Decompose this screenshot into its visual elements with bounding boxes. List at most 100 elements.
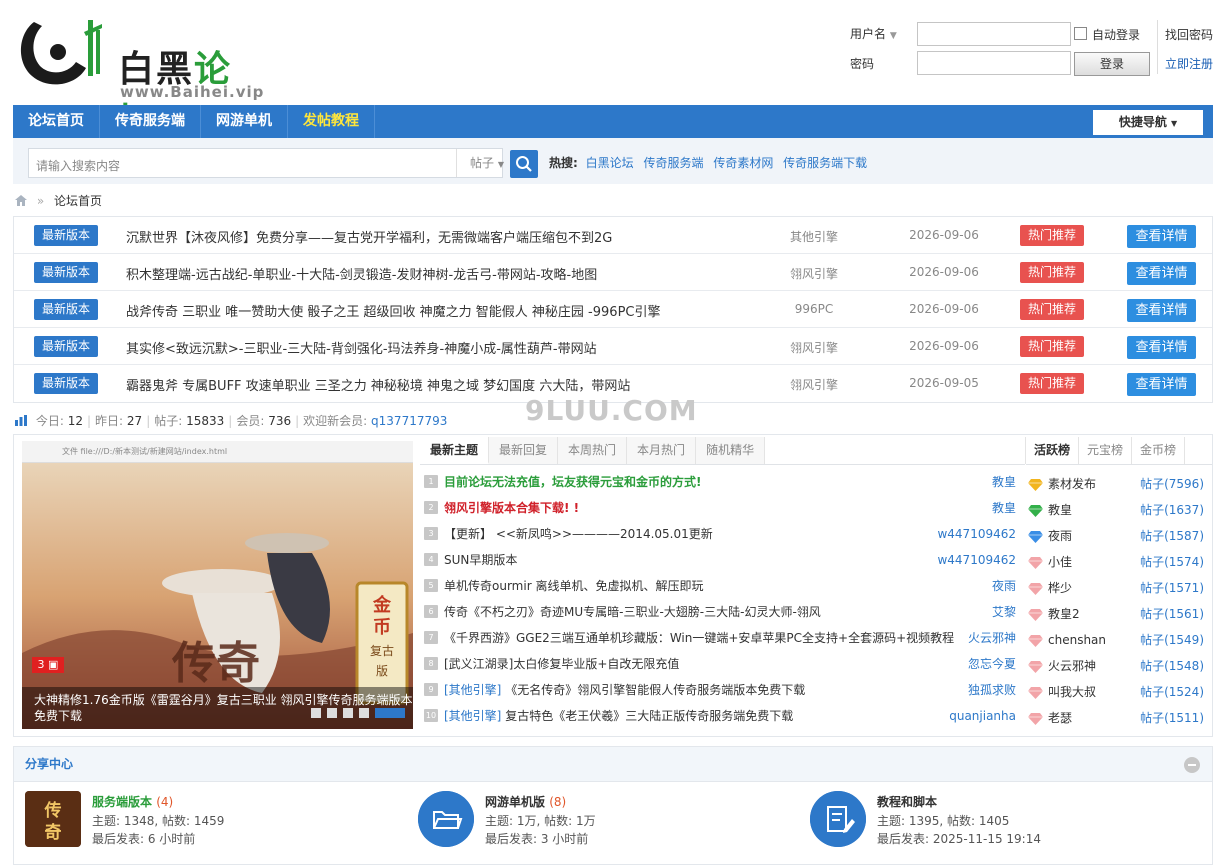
hot-search-link[interactable]: 传奇素材网: [713, 156, 773, 170]
auto-login-checkbox[interactable]: [1074, 27, 1087, 40]
view-details-button[interactable]: 查看详情: [1127, 373, 1196, 396]
slider-dot[interactable]: [327, 708, 337, 718]
section-single-games[interactable]: 网游单机版 (8) 主题: 1万, 帖数: 1万 最后发表: 3 小时前: [418, 791, 718, 849]
rank-user[interactable]: 夜雨: [1048, 523, 1072, 549]
slider-dot-active[interactable]: [375, 708, 405, 718]
version-tag[interactable]: 最新版本: [34, 262, 98, 283]
section-name[interactable]: 教程和脚本: [877, 793, 937, 810]
topic-title[interactable]: 传奇《不朽之刃》奇迹MU专属暗-三职业-大翅膀-三大陆-幻灵大师-翎风: [444, 599, 821, 625]
rank-user[interactable]: 小佳: [1048, 549, 1072, 575]
version-tag[interactable]: 最新版本: [34, 373, 98, 394]
view-details-button[interactable]: 查看详情: [1127, 262, 1196, 285]
search-input[interactable]: 请输入搜索内容 帖子 ▼: [28, 148, 504, 178]
rank-post-count[interactable]: 帖子(1549): [1140, 627, 1204, 653]
image-slider[interactable]: 文件 file:///D:/新本测试/新建网站/index.html 金 币 复…: [22, 441, 413, 729]
username-label[interactable]: 用户名 ▼: [850, 25, 897, 42]
rank-user[interactable]: 桦少: [1048, 575, 1072, 601]
nav-item-home[interactable]: 论坛首页: [13, 105, 100, 138]
rank-post-count[interactable]: 帖子(1511): [1140, 705, 1204, 731]
rank-user[interactable]: 素材发布: [1048, 471, 1096, 497]
rank-post-count[interactable]: 帖子(1574): [1140, 549, 1204, 575]
topic-title[interactable]: [其他引擎] 《无名传奇》翎风引擎智能假人传奇服务端版本免费下载: [444, 677, 805, 703]
tab-latest-topics[interactable]: 最新主题: [420, 437, 490, 464]
rank-post-count[interactable]: 帖子(1587): [1140, 523, 1204, 549]
topic-author[interactable]: 忽忘今夏: [968, 651, 1016, 677]
rank-post-count[interactable]: 帖子(1561): [1140, 601, 1204, 627]
topic-title[interactable]: 翎风引擎版本合集下载! !: [444, 495, 579, 521]
rank-user[interactable]: 叫我大叔: [1048, 679, 1096, 705]
topic-author[interactable]: 火云邪神: [968, 625, 1016, 651]
view-details-button[interactable]: 查看详情: [1127, 336, 1196, 359]
section-name[interactable]: 网游单机版 (8): [485, 793, 566, 810]
topic-author[interactable]: 独孤求败: [968, 677, 1016, 703]
slider-dot[interactable]: [343, 708, 353, 718]
topic-author[interactable]: 教皇: [992, 469, 1016, 495]
version-tag[interactable]: 最新版本: [34, 299, 98, 320]
topic-author[interactable]: w447109462: [937, 547, 1016, 573]
new-member-link[interactable]: q137717793: [371, 414, 447, 428]
tab-active-rank[interactable]: 活跃榜: [1025, 437, 1080, 464]
topic-title[interactable]: [其他引擎] 复古特色《老王伏羲》三大陆正版传奇服务端免费下载: [444, 703, 793, 729]
thread-title[interactable]: 其实修<致远沉默>-三职业-三大陆-背剑强化-玛法养身-神魔小成-属性葫芦-带网…: [126, 338, 597, 357]
tab-latest-replies[interactable]: 最新回复: [489, 437, 559, 464]
view-details-button[interactable]: 查看详情: [1127, 299, 1196, 322]
nav-item-single-games[interactable]: 网游单机: [201, 105, 288, 138]
section-server-versions[interactable]: 传奇 服务端版本 (4) 主题: 1348, 帖数: 1459 最后发表: 6 …: [25, 791, 325, 849]
topic-author[interactable]: 夜雨: [992, 573, 1016, 599]
hot-search-link[interactable]: 白黑论坛: [586, 156, 634, 170]
rank-post-count[interactable]: 帖子(1524): [1140, 679, 1204, 705]
topic-title[interactable]: 《千界西游》GGE2三端互通单机珍藏版：Win一键端+安卓苹果PC全支持+全套源…: [444, 625, 954, 651]
site-logo[interactable]: 白黑论坛 www.Baihei.vip: [14, 10, 264, 142]
rank-user[interactable]: chenshan: [1048, 627, 1106, 653]
slider-dot[interactable]: [359, 708, 369, 718]
breadcrumb-current[interactable]: 论坛首页: [54, 194, 102, 208]
version-tag[interactable]: 最新版本: [34, 336, 98, 357]
tab-yuanbao-rank[interactable]: 元宝榜: [1078, 437, 1133, 464]
auto-login-label[interactable]: 自动登录: [1092, 26, 1140, 43]
rank-post-count[interactable]: 帖子(1548): [1140, 653, 1204, 679]
view-details-button[interactable]: 查看详情: [1127, 225, 1196, 248]
topic-title[interactable]: 单机传奇ourmir 离线单机、免虚拟机、解压即玩: [444, 573, 703, 599]
search-button[interactable]: [510, 150, 538, 178]
rank-post-count[interactable]: 帖子(7596): [1140, 471, 1204, 497]
rank-user[interactable]: 火云邪神: [1048, 653, 1096, 679]
topic-category[interactable]: [其他引擎]: [444, 683, 501, 697]
search-type-select[interactable]: 帖子 ▼: [456, 149, 517, 177]
section-name[interactable]: 服务端版本 (4): [92, 793, 173, 810]
thread-title[interactable]: 沉默世界【沐夜风修】免费分享——复古党开学福利，无需微端客户端压缩包不到2G: [126, 227, 612, 246]
thread-title[interactable]: 积木整理端-远古战纪-单职业-十大陆-剑灵锻造-发财神树-龙舌弓-带网站-攻略-…: [126, 264, 597, 283]
topic-author[interactable]: 教皇: [992, 495, 1016, 521]
rank-user[interactable]: 教皇: [1048, 497, 1072, 523]
tab-weekly-hot[interactable]: 本周热门: [558, 437, 628, 464]
register-link[interactable]: 立即注册: [1165, 55, 1213, 72]
home-icon[interactable]: [15, 195, 27, 206]
rank-post-count[interactable]: 帖子(1637): [1140, 497, 1204, 523]
find-password-link[interactable]: 找回密码: [1165, 26, 1213, 43]
tab-random-featured[interactable]: 随机精华: [696, 437, 766, 464]
section-tutorials-scripts[interactable]: 教程和脚本 主题: 1395, 帖数: 1405 最后发表: 2025-11-1…: [810, 791, 1110, 849]
collapse-icon[interactable]: [1184, 757, 1200, 773]
rank-user[interactable]: 教皇2: [1048, 601, 1080, 627]
rank-post-count[interactable]: 帖子(1571): [1140, 575, 1204, 601]
nav-item-servers[interactable]: 传奇服务端: [100, 105, 201, 138]
tab-monthly-hot[interactable]: 本月热门: [627, 437, 697, 464]
password-input[interactable]: [917, 51, 1071, 75]
nav-item-posting-tutorial[interactable]: 发帖教程: [288, 105, 375, 138]
quick-nav-button[interactable]: 快捷导航 ▼: [1093, 110, 1203, 135]
topic-title[interactable]: 目前论坛无法充值，坛友获得元宝和金币的方式!: [444, 469, 701, 495]
slider-dot[interactable]: [311, 708, 321, 718]
topic-title[interactable]: SUN早期版本: [444, 547, 517, 573]
topic-author[interactable]: w447109462: [937, 521, 1016, 547]
thread-title[interactable]: 霸器鬼斧 专属BUFF 攻速单职业 三圣之力 神秘秘境 神鬼之域 梦幻国度 六大…: [126, 375, 630, 394]
version-tag[interactable]: 最新版本: [34, 225, 98, 246]
topic-category[interactable]: [其他引擎]: [444, 709, 501, 723]
topic-title[interactable]: 【更新】 <<新凤鸣>>————2014.05.01更新: [444, 521, 713, 547]
login-button[interactable]: 登录: [1074, 52, 1150, 76]
username-input[interactable]: [917, 22, 1071, 46]
rank-user[interactable]: 老瑟: [1048, 705, 1072, 731]
topic-author[interactable]: quanjianha: [949, 703, 1016, 729]
thread-title[interactable]: 战斧传奇 三职业 唯一赞助大使 骰子之王 超级回收 神魔之力 智能假人 神秘庄园…: [126, 301, 660, 320]
topic-title[interactable]: [武义江湖录]太白修复毕业版+自改无限充值: [444, 651, 679, 677]
hot-search-link[interactable]: 传奇服务端下载: [783, 156, 867, 170]
tab-gold-rank[interactable]: 金币榜: [1131, 437, 1186, 464]
